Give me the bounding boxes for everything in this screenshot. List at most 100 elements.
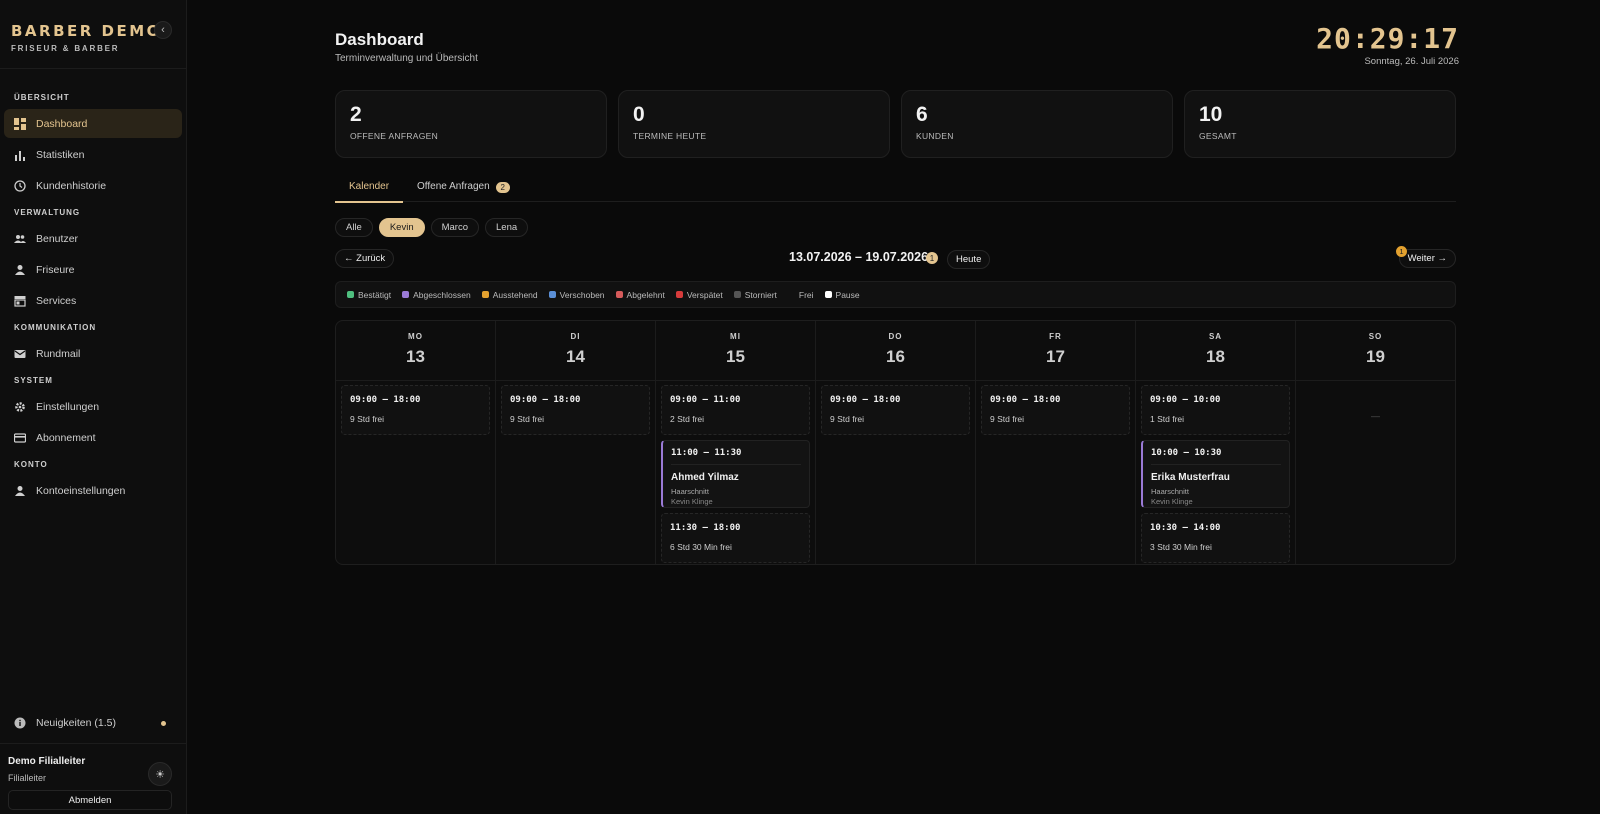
page-subtitle: Terminverwaltung und Übersicht [335, 53, 478, 64]
appointment-time: 11:00 – 11:30 [671, 448, 801, 465]
legend-item: Pause [824, 290, 860, 300]
sidebar-item-label: Einstellungen [36, 400, 100, 413]
day-number: 15 [726, 347, 745, 366]
week-range: 13.07.2026 – 19.07.2026 [789, 250, 929, 264]
legend-item: Verschoben [548, 289, 605, 300]
sidebar-item-friseure[interactable]: Friseure [4, 255, 182, 284]
news-link[interactable]: Neuigkeiten (1.5) [4, 711, 182, 735]
day-header: SA 18 [1136, 321, 1295, 381]
tab-calendar[interactable]: Kalender [335, 177, 404, 203]
requests-count-badge: 2 [495, 182, 510, 193]
legend-label: Bestätigt [358, 289, 392, 300]
slot-free-text: 3 Std 30 Min frei [1150, 542, 1212, 552]
stat-value: 0 [633, 103, 645, 126]
day-number: 14 [566, 347, 585, 366]
appointment-card[interactable]: 11:00 – 11:30 Ahmed Yilmaz Haarschnitt Kevi… [661, 440, 810, 508]
news-dot [161, 720, 166, 726]
chevron-left-icon: ‹ [161, 24, 165, 36]
filter-chip-marco[interactable]: Marco [430, 218, 480, 237]
day-number: 13 [406, 347, 425, 366]
status-legend: Bestätigt Abgeschlossen Ausstehend Verschob… [335, 281, 1456, 308]
stat-value: 10 [1199, 103, 1223, 126]
tab-label: Offene Anfragen [417, 181, 490, 192]
stats-row: 2 OFFENE ANFRAGEN 0 TERMINE HEUTE 6 KUND… [335, 90, 1456, 158]
legend-label: Abgeschlossen [413, 289, 471, 300]
sidebar-item-benutzer[interactable]: Benutzer [4, 224, 182, 253]
brand-title: BARBER DEMO [11, 22, 162, 40]
free-slot[interactable]: 09:00 – 11:00 2 Std frei [661, 385, 810, 435]
clock-date: Sonntag, 26. Juli 2026 [1364, 56, 1459, 67]
free-slot[interactable]: 09:00 – 18:00 9 Std frei [341, 385, 490, 435]
next-week-badge: 1 [1396, 246, 1407, 257]
appointment-staff: Kevin Klinge [1151, 497, 1193, 506]
card-icon [14, 432, 26, 444]
day-header: DO 16 [816, 321, 975, 381]
day-header: MI 15 [656, 321, 815, 381]
sidebar-item-dashboard[interactable]: Dashboard [4, 109, 182, 138]
stat-card-open-requests: 2 OFFENE ANFRAGEN [335, 90, 607, 158]
today-button[interactable]: Heute [947, 250, 991, 269]
day-header: SO 19 [1296, 321, 1455, 381]
appointment-card[interactable]: 10:00 – 10:30 Erika Musterfrau Haarschnitt… [1141, 440, 1290, 508]
empty-day: — [1371, 411, 1380, 421]
theme-toggle-button[interactable]: ☀ [148, 762, 172, 786]
back-button[interactable]: ← Zurück [335, 249, 395, 268]
sidebar-item-label: Friseure [36, 263, 75, 276]
slot-free-text: 9 Std frei [350, 414, 385, 424]
clock: 20:29:17 [1316, 22, 1459, 55]
sidebar-item-label: Statistiken [36, 148, 85, 161]
collapse-sidebar-button[interactable]: ‹ [154, 21, 172, 39]
stat-label: TERMINE HEUTE [633, 131, 707, 141]
sidebar-item-label: Dashboard [36, 117, 88, 130]
logout-button[interactable]: Abmelden [8, 790, 172, 810]
slot-free-text: 1 Std frei [1150, 414, 1185, 424]
gear-icon [14, 401, 26, 413]
brand: BARBER DEMO FRISEUR & BARBER ‹ [0, 0, 186, 69]
sidebar-item-services[interactable]: Services [4, 286, 182, 315]
day-name: FR [1049, 332, 1062, 341]
legend-swatch [481, 291, 489, 298]
sidebar-item-rundmail[interactable]: Rundmail [4, 339, 182, 368]
next-button[interactable]: Weiter → [1398, 249, 1456, 268]
day-slots: 09:00 – 10:00 1 Std frei 10:00 – 10:30 Erik… [1136, 381, 1295, 563]
legend-item: Abgeschlossen [402, 290, 471, 300]
slot-time: 09:00 – 18:00 [990, 395, 1061, 405]
day-name: MO [408, 332, 423, 341]
filter-chip-kevin[interactable]: Kevin [378, 218, 425, 237]
sidebar-item-kundenhistorie[interactable]: Kundenhistorie [4, 171, 182, 200]
news-label: Neuigkeiten (1.5) [36, 717, 116, 729]
sidebar-item-label: Benutzer [36, 232, 79, 245]
appointment-time: 10:00 – 10:30 [1151, 448, 1281, 465]
free-slot[interactable]: 10:30 – 14:00 3 Std 30 Min frei [1141, 513, 1290, 563]
tab-open-requests[interactable]: Offene Anfragen 2 [403, 177, 524, 202]
free-slot[interactable]: 09:00 – 18:00 9 Std frei [501, 385, 650, 435]
day-slots: — [1296, 381, 1455, 421]
users-icon [14, 233, 26, 245]
free-slot[interactable]: 09:00 – 18:00 9 Std frei [981, 385, 1130, 435]
day-number: 18 [1206, 347, 1225, 366]
nav-section-title: KOMMUNIKATION [14, 323, 97, 332]
day-slots: 09:00 – 11:00 2 Std frei 11:00 – 11:30 Ahme… [656, 381, 815, 563]
appointment-customer: Erika Musterfrau [1151, 472, 1230, 483]
free-slot[interactable]: 09:00 – 10:00 1 Std frei [1141, 385, 1290, 435]
day-column: SA 18 09:00 – 10:00 1 Std frei 10:00 – 10:30… [1136, 321, 1296, 564]
legend-label: Verschoben [559, 289, 605, 300]
day-header: FR 17 [976, 321, 1135, 381]
sidebar-item-abonnement[interactable]: Abonnement [4, 423, 182, 452]
filter-chip-alle[interactable]: Alle [335, 218, 373, 237]
day-name: SO [1368, 332, 1383, 341]
sidebar-nav: ÜBERSICHT Dashboard Statistiken Kundenhisto… [0, 69, 186, 505]
filter-chip-lena[interactable]: Lena [485, 218, 529, 237]
sidebar-item-label: Kundenhistorie [36, 179, 107, 192]
slot-free-text: 9 Std frei [510, 414, 545, 424]
sidebar-item-kontoeinstellungen[interactable]: Kontoeinstellungen [4, 476, 182, 505]
day-column: MO 13 09:00 – 18:00 9 Std frei [336, 321, 496, 564]
free-slot[interactable]: 11:30 – 18:00 6 Std 30 Min frei [661, 513, 810, 563]
free-slot[interactable]: 09:00 – 18:00 9 Std frei [821, 385, 970, 435]
sidebar-item-einstellungen[interactable]: Einstellungen [4, 392, 182, 421]
slot-time: 09:00 – 18:00 [350, 395, 421, 405]
legend-swatch [548, 291, 556, 298]
sidebar-item-statistiken[interactable]: Statistiken [4, 140, 182, 169]
day-column: FR 17 09:00 – 18:00 9 Std frei [976, 321, 1136, 564]
appointment-service: Haarschnitt [671, 487, 709, 496]
